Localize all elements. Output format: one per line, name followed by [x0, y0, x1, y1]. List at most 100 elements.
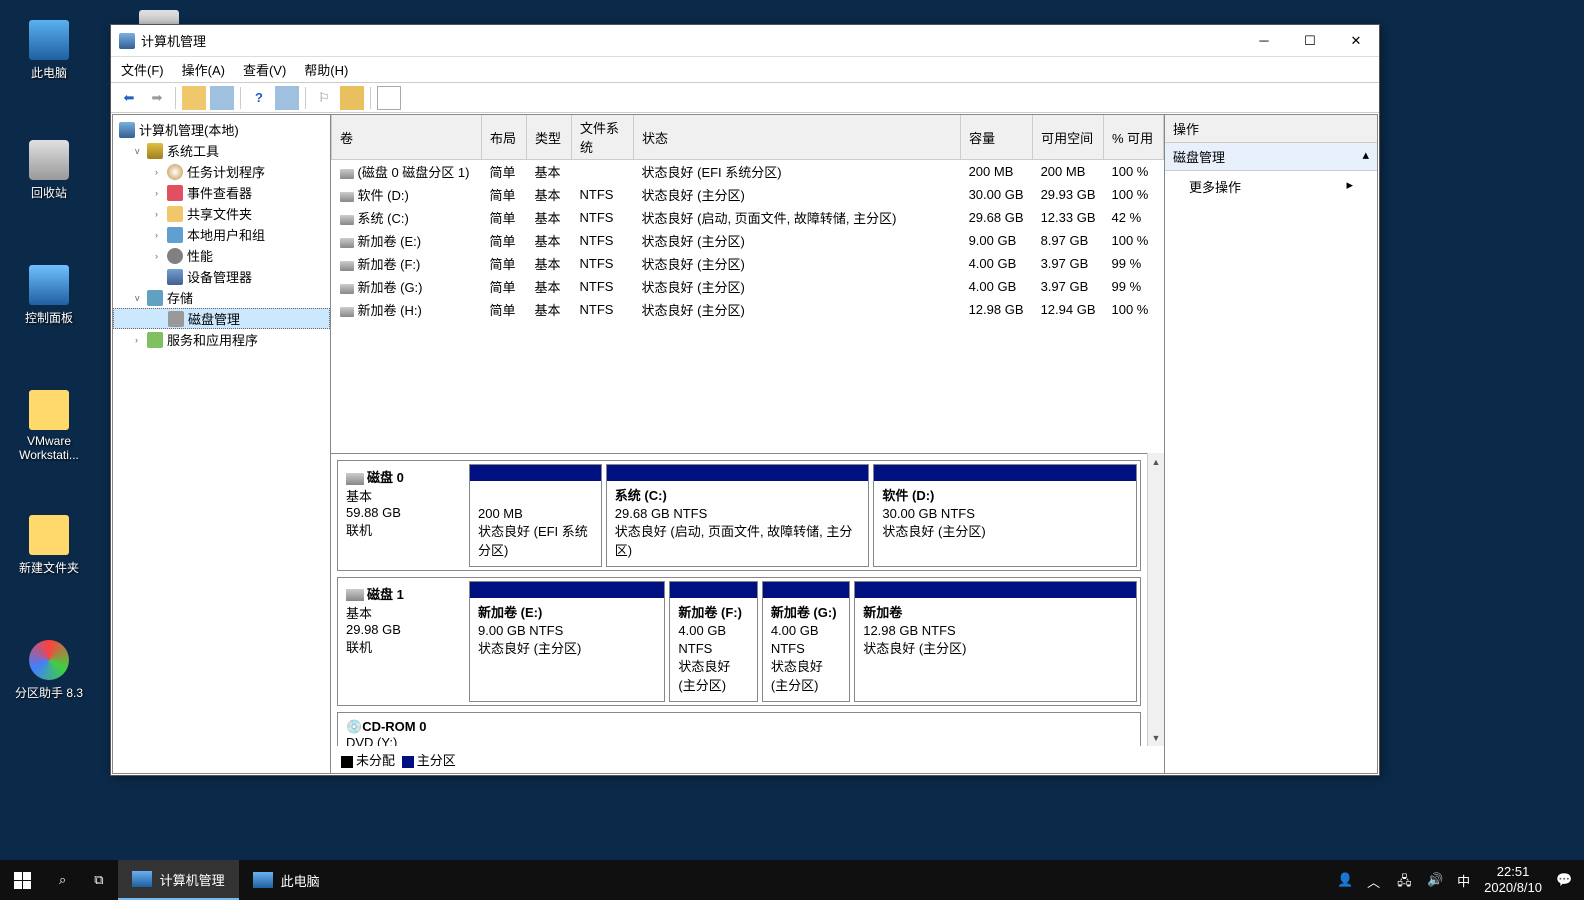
actions-more[interactable]: 更多操作▸	[1165, 171, 1377, 202]
ime-indicator[interactable]: 中	[1457, 871, 1470, 890]
volume-table[interactable]: 卷 布局 类型 文件系统 状态 容量 可用空间 % 可用 (磁盘 0 磁盘分区 …	[331, 115, 1164, 453]
scroll-down-icon[interactable]: ▼	[1148, 729, 1164, 746]
forward-button[interactable]: ➡	[145, 86, 169, 110]
disk-map[interactable]: 磁盘 0基本59.88 GB联机 200 MB状态良好 (EFI 系统分区)系统…	[331, 453, 1147, 746]
partition[interactable]: 新加卷12.98 GB NTFS状态良好 (主分区)	[854, 581, 1137, 702]
minimize-button[interactable]: ─	[1241, 25, 1287, 57]
search-button[interactable]: ⌕	[45, 860, 80, 900]
volume-icon	[340, 169, 354, 179]
col-type[interactable]: 类型	[527, 115, 572, 160]
tree-services[interactable]: ›服务和应用程序	[113, 329, 330, 350]
volume-row[interactable]: 系统 (C:)简单基本NTFS状态良好 (启动, 页面文件, 故障转储, 主分区…	[332, 206, 1164, 229]
list-button[interactable]	[340, 86, 364, 110]
desktop-icon-newfolder[interactable]: 新建文件夹	[10, 515, 88, 576]
start-button[interactable]	[0, 860, 45, 900]
taskview-button[interactable]: ⧉	[80, 860, 117, 900]
partition[interactable]: 200 MB状态良好 (EFI 系统分区)	[469, 464, 602, 567]
expander-icon[interactable]: v	[135, 293, 147, 303]
tree-storage[interactable]: v存储	[113, 287, 330, 308]
scroll-up-icon[interactable]: ▲	[1148, 453, 1164, 470]
partition[interactable]: 系统 (C:)29.68 GB NTFS状态良好 (启动, 页面文件, 故障转储…	[606, 464, 870, 567]
volume-icon	[340, 215, 354, 225]
nav-tree[interactable]: 计算机管理(本地) v系统工具 ›任务计划程序 ›事件查看器 ›共享文件夹 ›本…	[113, 115, 331, 773]
task-thispc[interactable]: 此电脑	[239, 860, 334, 900]
col-fs[interactable]: 文件系统	[572, 115, 634, 160]
col-layout[interactable]: 布局	[482, 115, 527, 160]
desktop-icon-controlpanel[interactable]: 控制面板	[10, 265, 88, 326]
users-icon	[167, 227, 183, 243]
titlebar[interactable]: 计算机管理 ─ ☐ ✕	[111, 25, 1379, 57]
menu-help[interactable]: 帮助(H)	[304, 60, 348, 79]
tree-root[interactable]: 计算机管理(本地)	[113, 119, 330, 140]
back-button[interactable]: ⬅	[117, 86, 141, 110]
tree-performance[interactable]: ›性能	[113, 245, 330, 266]
partition[interactable]: 新加卷 (G:)4.00 GB NTFS状态良好 (主分区)	[762, 581, 850, 702]
help-button[interactable]: ?	[247, 86, 271, 110]
settings-button[interactable]: ⚐	[312, 86, 336, 110]
desktop-icon-thispc[interactable]: 此电脑	[10, 20, 88, 81]
close-button[interactable]: ✕	[1333, 25, 1379, 57]
legend: 未分配 主分区	[331, 746, 1164, 773]
volume-row[interactable]: 软件 (D:)简单基本NTFS状态良好 (主分区)30.00 GB29.93 G…	[332, 183, 1164, 206]
desktop-icon-recycle[interactable]: 回收站	[10, 140, 88, 201]
notifications-icon[interactable]: 💬	[1556, 872, 1572, 888]
tray-chevron-icon[interactable]: ︿	[1367, 872, 1383, 888]
disk-row[interactable]: 磁盘 1基本29.98 GB联机新加卷 (E:)9.00 GB NTFS状态良好…	[337, 577, 1141, 706]
disk-row[interactable]: 💿CD-ROM 0DVD (Y:)	[337, 712, 1141, 746]
volume-row[interactable]: 新加卷 (G:)简单基本NTFS状态良好 (主分区)4.00 GB3.97 GB…	[332, 275, 1164, 298]
menu-file[interactable]: 文件(F)	[121, 60, 164, 79]
volume-icon	[340, 307, 354, 317]
scrollbar[interactable]: ▲▼	[1147, 453, 1164, 746]
network-icon[interactable]: 🖧	[1397, 872, 1413, 888]
refresh-button[interactable]	[275, 86, 299, 110]
volume-row[interactable]: 新加卷 (F:)简单基本NTFS状态良好 (主分区)4.00 GB3.97 GB…	[332, 252, 1164, 275]
col-free[interactable]: 可用空间	[1033, 115, 1104, 160]
clock[interactable]: 22:512020/8/10	[1484, 864, 1542, 895]
col-cap[interactable]: 容量	[961, 115, 1033, 160]
col-status[interactable]: 状态	[634, 115, 961, 160]
tree-shared[interactable]: ›共享文件夹	[113, 203, 330, 224]
actions-header: 操作	[1165, 115, 1377, 143]
properties-button[interactable]	[210, 86, 234, 110]
maximize-button[interactable]: ☐	[1287, 25, 1333, 57]
partition[interactable]: 新加卷 (E:)9.00 GB NTFS状态良好 (主分区)	[469, 581, 665, 702]
menubar: 文件(F) 操作(A) 查看(V) 帮助(H)	[111, 57, 1379, 83]
tree-tasksched[interactable]: ›任务计划程序	[113, 161, 330, 182]
people-icon[interactable]: 👤	[1337, 872, 1353, 888]
tree-devicemgr[interactable]: 设备管理器	[113, 266, 330, 287]
menu-action[interactable]: 操作(A)	[182, 60, 225, 79]
taskbar[interactable]: ⌕ ⧉ 计算机管理 此电脑 👤 ︿ 🖧 🔊 中 22:512020/8/10 💬	[0, 860, 1584, 900]
details-button[interactable]	[377, 86, 401, 110]
actions-section[interactable]: 磁盘管理▴	[1165, 143, 1377, 171]
partition[interactable]: 软件 (D:)30.00 GB NTFS状态良好 (主分区)	[873, 464, 1137, 567]
expander-icon[interactable]: ›	[155, 167, 167, 177]
tree-diskmgmt[interactable]: 磁盘管理	[113, 308, 330, 329]
partition[interactable]: 新加卷 (F:)4.00 GB NTFS状态良好 (主分区)	[669, 581, 757, 702]
desktop-label: 回收站	[10, 184, 88, 201]
collapse-icon[interactable]: ▴	[1362, 147, 1369, 166]
menu-view[interactable]: 查看(V)	[243, 60, 286, 79]
expander-icon[interactable]: ›	[155, 209, 167, 219]
expander-icon[interactable]: ›	[155, 251, 167, 261]
up-button[interactable]	[182, 86, 206, 110]
volume-row[interactable]: 新加卷 (E:)简单基本NTFS状态良好 (主分区)9.00 GB8.97 GB…	[332, 229, 1164, 252]
expander-icon[interactable]: ›	[135, 335, 147, 345]
disk-row[interactable]: 磁盘 0基本59.88 GB联机 200 MB状态良好 (EFI 系统分区)系统…	[337, 460, 1141, 571]
col-volume[interactable]: 卷	[332, 115, 482, 160]
tree-systools[interactable]: v系统工具	[113, 140, 330, 161]
tree-localusers[interactable]: ›本地用户和组	[113, 224, 330, 245]
expander-icon[interactable]: ›	[155, 230, 167, 240]
disk-icon	[168, 311, 184, 327]
col-pct[interactable]: % 可用	[1104, 115, 1164, 160]
tree-eventviewer[interactable]: ›事件查看器	[113, 182, 330, 203]
volume-icon[interactable]: 🔊	[1427, 872, 1443, 888]
expander-icon[interactable]: ›	[155, 188, 167, 198]
volume-row[interactable]: 新加卷 (H:)简单基本NTFS状态良好 (主分区)12.98 GB12.94 …	[332, 298, 1164, 321]
task-compmgmt[interactable]: 计算机管理	[118, 860, 239, 900]
desktop-icon-partition[interactable]: 分区助手 8.3	[10, 640, 88, 701]
services-icon	[147, 332, 163, 348]
desktop-label: 分区助手 8.3	[10, 684, 88, 701]
expander-icon[interactable]: v	[135, 146, 147, 156]
volume-row[interactable]: (磁盘 0 磁盘分区 1)简单基本状态良好 (EFI 系统分区)200 MB20…	[332, 160, 1164, 184]
desktop-icon-vmware[interactable]: VMware Workstati...	[10, 390, 88, 462]
